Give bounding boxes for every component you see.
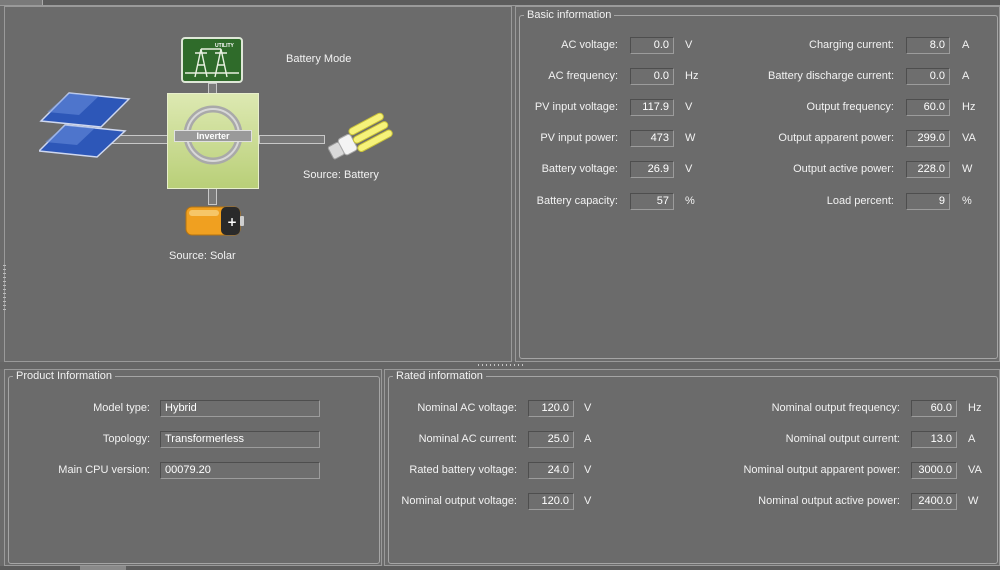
rated-right-value: 3000.0 xyxy=(911,462,957,479)
product-info-pane: Product Information Model type: Hybrid T… xyxy=(4,369,382,566)
light-bulb-icon xyxy=(327,112,393,160)
basic-right-value: 8.0 xyxy=(906,37,950,54)
battery-source-label: Source: Solar xyxy=(169,250,236,262)
svg-text:+: + xyxy=(227,215,237,229)
rated-left-unit: V xyxy=(584,402,592,414)
rated-left-value: 24.0 xyxy=(528,462,574,479)
rated-right-label: Nominal output frequency: xyxy=(771,402,900,414)
splitter-grip[interactable] xyxy=(478,364,526,366)
basic-left-label: AC voltage: xyxy=(561,39,618,51)
basic-right-value: 228.0 xyxy=(906,161,950,178)
basic-left-unit: % xyxy=(685,195,695,207)
basic-left-label: PV input voltage: xyxy=(534,101,618,113)
solar-panel-icon xyxy=(39,92,131,158)
product-value: 00079.20 xyxy=(160,462,320,479)
basic-info-pane: Basic information AC voltage: 0.0 V AC f… xyxy=(515,6,1000,362)
rated-right-unit: VA xyxy=(968,464,982,476)
basic-right-label: Output frequency: xyxy=(806,101,894,113)
inverter-label: Inverter xyxy=(196,131,230,141)
basic-info-group: Basic information xyxy=(519,9,998,359)
horizontal-splitter[interactable] xyxy=(0,362,1000,369)
rated-right-label: Nominal output apparent power: xyxy=(743,464,900,476)
tab-stub[interactable] xyxy=(0,0,43,5)
rated-right-unit: Hz xyxy=(968,402,982,414)
basic-right-unit: W xyxy=(962,163,973,175)
basic-left-label: AC frequency: xyxy=(548,70,618,82)
basic-left-unit: Hz xyxy=(685,70,699,82)
product-value: Transformerless xyxy=(160,431,320,448)
rated-right-value: 13.0 xyxy=(911,431,957,448)
inverter-label-bar: Inverter xyxy=(174,130,252,142)
product-label: Topology: xyxy=(102,433,150,445)
rated-left-value: 25.0 xyxy=(528,431,574,448)
basic-left-value: 117.9 xyxy=(630,99,674,116)
basic-right-label: Charging current: xyxy=(809,39,894,51)
rated-info-pane: Rated information Nominal AC voltage: 12… xyxy=(384,369,1000,566)
product-label: Model type: xyxy=(93,402,150,414)
basic-left-label: Battery voltage: xyxy=(541,163,618,175)
diagram-pane: UTILITY Battery Mode Inverter Source: Ba… xyxy=(3,6,512,362)
rated-left-unit: V xyxy=(584,464,592,476)
basic-right-unit: % xyxy=(962,195,972,207)
basic-left-unit: W xyxy=(685,132,696,144)
basic-right-label: Output active power: xyxy=(793,163,894,175)
rated-left-value: 120.0 xyxy=(528,493,574,510)
basic-right-unit: A xyxy=(962,70,970,82)
rated-left-label: Nominal AC voltage: xyxy=(417,402,517,414)
basic-left-unit: V xyxy=(685,39,693,51)
rated-right-value: 2400.0 xyxy=(911,493,957,510)
basic-left-label: Battery capacity: xyxy=(536,195,618,207)
rated-left-unit: V xyxy=(584,495,592,507)
rated-right-unit: W xyxy=(968,495,979,507)
battery-icon: + xyxy=(185,206,244,236)
load-source-label: Source: Battery xyxy=(303,169,379,181)
inverter-box: Inverter xyxy=(167,93,259,189)
basic-left-value: 0.0 xyxy=(630,68,674,85)
basic-right-value: 60.0 xyxy=(906,99,950,116)
rated-right-label: Nominal output current: xyxy=(785,433,900,445)
rated-right-unit: A xyxy=(968,433,976,445)
left-splitter-grip[interactable] xyxy=(3,265,6,313)
basic-right-value: 299.0 xyxy=(906,130,950,147)
basic-right-label: Load percent: xyxy=(826,195,894,207)
basic-left-unit: V xyxy=(685,163,693,175)
basic-right-value: 9 xyxy=(906,193,950,210)
basic-left-value: 57 xyxy=(630,193,674,210)
product-value: Hybrid xyxy=(160,400,320,417)
rated-left-unit: A xyxy=(584,433,592,445)
rated-left-label: Nominal AC current: xyxy=(418,433,517,445)
basic-right-unit: Hz xyxy=(962,101,976,113)
product-info-title: Product Information xyxy=(16,370,112,382)
basic-left-label: PV input power: xyxy=(540,132,618,144)
basic-right-label: Output apparent power: xyxy=(778,132,894,144)
rated-left-label: Nominal output voltage: xyxy=(401,495,517,507)
rated-right-value: 60.0 xyxy=(911,400,957,417)
load-wire xyxy=(259,135,325,144)
basic-right-label: Battery discharge current: xyxy=(768,70,894,82)
product-label: Main CPU version: xyxy=(58,464,150,476)
basic-left-value: 26.9 xyxy=(630,161,674,178)
operating-mode-label: Battery Mode xyxy=(286,53,352,65)
scroll-thumb[interactable] xyxy=(80,566,126,570)
basic-left-value: 473 xyxy=(630,130,674,147)
basic-right-unit: VA xyxy=(962,132,976,144)
rated-left-value: 120.0 xyxy=(528,400,574,417)
rated-left-label: Rated battery voltage: xyxy=(409,464,517,476)
basic-right-value: 0.0 xyxy=(906,68,950,85)
basic-info-title: Basic information xyxy=(527,9,612,21)
basic-left-unit: V xyxy=(685,101,693,113)
utility-label: UTILITY xyxy=(215,43,234,49)
rated-right-label: Nominal output active power: xyxy=(758,495,900,507)
basic-right-unit: A xyxy=(962,39,970,51)
rated-info-title: Rated information xyxy=(396,370,483,382)
bottom-scroll-strip[interactable] xyxy=(0,566,1000,570)
basic-left-value: 0.0 xyxy=(630,37,674,54)
